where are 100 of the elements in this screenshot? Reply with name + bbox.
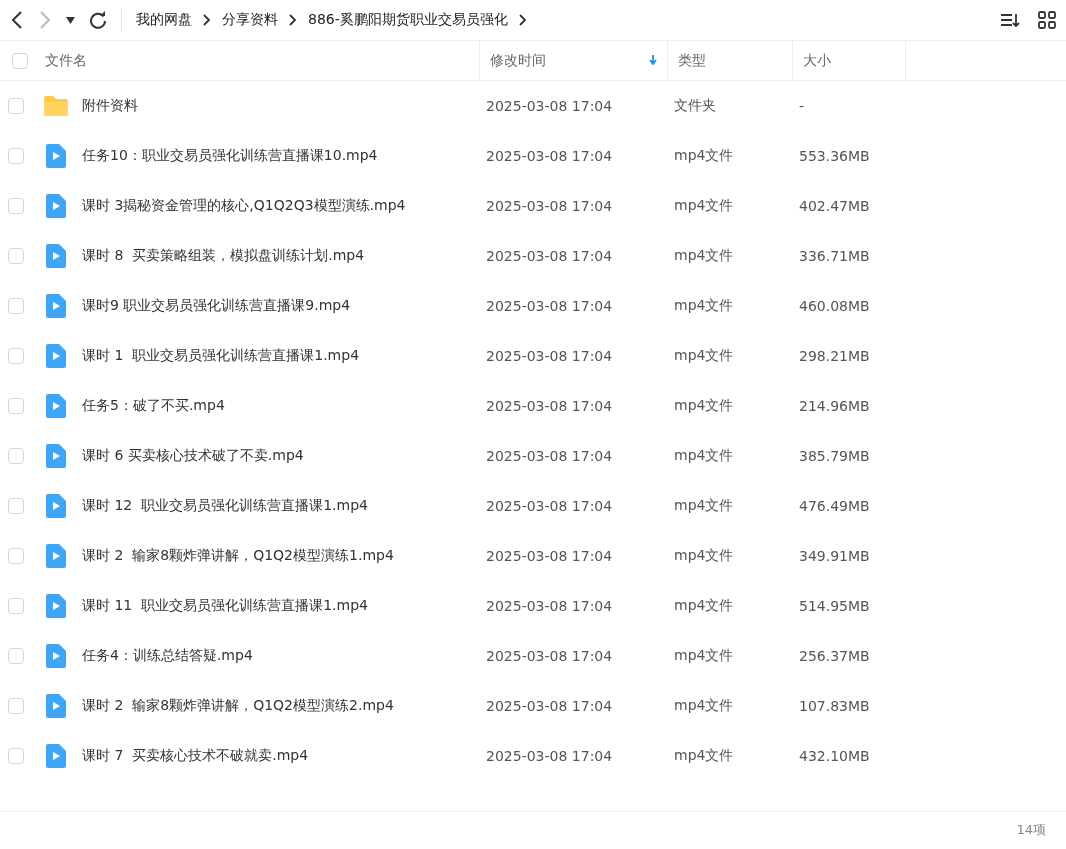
video-file-icon — [46, 694, 66, 718]
checkbox[interactable] — [8, 298, 24, 314]
file-size: - — [799, 98, 806, 114]
file-name[interactable]: 课时 6 买卖核心技术破了不卖.mp4 — [82, 447, 486, 465]
checkbox[interactable] — [8, 598, 24, 614]
video-file-icon — [46, 394, 66, 418]
checkbox[interactable] — [12, 52, 28, 69]
modified-time: 2025-03-08 17:04 — [486, 348, 614, 364]
column-header[interactable]: 类型 — [668, 41, 793, 80]
video-file-icon — [46, 544, 66, 568]
checkbox[interactable] — [8, 548, 24, 564]
file-size: 298.21MB — [799, 348, 871, 364]
chevron-right-icon — [202, 13, 212, 27]
chevron-right-icon — [517, 13, 528, 27]
file-name[interactable]: 课时 7 买卖核心技术不破就卖.mp4 — [82, 747, 486, 765]
checkbox[interactable] — [8, 98, 24, 114]
checkbox[interactable] — [8, 198, 24, 214]
checkbox[interactable] — [8, 498, 24, 514]
file-type: mp4文件 — [674, 347, 735, 365]
modified-time: 2025-03-08 17:04 — [486, 398, 614, 414]
file-type: mp4文件 — [674, 447, 735, 465]
file-name[interactable]: 课时 12 职业交易员强化训练营直播课1.mp4 — [82, 497, 486, 515]
chevron-right-icon — [288, 13, 298, 27]
file-name[interactable]: 课时 2 输家8颗炸弹讲解，Q1Q2模型演练1.mp4 — [82, 547, 486, 565]
modified-time: 2025-03-08 17:04 — [486, 198, 614, 214]
video-file-icon — [46, 144, 66, 168]
modified-time: 2025-03-08 17:04 — [486, 448, 614, 464]
file-name[interactable]: 课时 3揭秘资金管理的核心,Q1Q2Q3模型演练.mp4 — [82, 197, 486, 215]
file-type: 文件夹 — [674, 97, 717, 115]
file-type: mp4文件 — [674, 397, 735, 415]
file-name[interactable]: 任务4：训练总结答疑.mp4 — [82, 647, 486, 665]
file-type: mp4文件 — [674, 197, 735, 215]
video-file-icon — [46, 594, 66, 618]
checkbox[interactable] — [8, 248, 24, 264]
file-type: mp4文件 — [674, 547, 735, 565]
grid-view-icon[interactable] — [1038, 11, 1056, 29]
modified-time: 2025-03-08 17:04 — [486, 598, 614, 614]
modified-time: 2025-03-08 17:04 — [486, 698, 614, 714]
file-size: 460.08MB — [799, 298, 871, 314]
item-count: 14项 — [1016, 821, 1046, 839]
checkbox[interactable] — [8, 748, 24, 764]
modified-time: 2025-03-08 17:04 — [486, 98, 614, 114]
file-type: mp4文件 — [674, 147, 735, 165]
modified-time: 2025-03-08 17:04 — [486, 648, 614, 664]
file-size: 553.36MB — [799, 148, 871, 164]
column-header[interactable]: 文件名 — [45, 41, 480, 80]
file-size: 256.37MB — [799, 648, 871, 664]
checkbox[interactable] — [8, 698, 24, 714]
file-type: mp4文件 — [674, 747, 735, 765]
file-size: 349.91MB — [799, 548, 871, 564]
modified-time: 2025-03-08 17:04 — [486, 748, 614, 764]
modified-time: 2025-03-08 17:04 — [486, 148, 614, 164]
file-size: 402.47MB — [799, 198, 871, 214]
checkbox[interactable] — [8, 148, 24, 164]
file-type: mp4文件 — [674, 597, 735, 615]
video-file-icon — [46, 194, 66, 218]
modified-time: 2025-03-08 17:04 — [486, 298, 614, 314]
file-type: mp4文件 — [674, 497, 735, 515]
dropdown-caret-icon[interactable] — [66, 16, 75, 24]
file-type: mp4文件 — [674, 297, 735, 315]
file-name[interactable]: 课时 11 职业交易员强化训练营直播课1.mp4 — [82, 597, 486, 615]
modified-time: 2025-03-08 17:04 — [486, 248, 614, 264]
file-size: 336.71MB — [799, 248, 871, 264]
modified-time: 2025-03-08 17:04 — [486, 498, 614, 514]
file-name[interactable]: 课时 2 输家8颗炸弹讲解，Q1Q2模型演练2.mp4 — [82, 697, 486, 715]
checkbox[interactable] — [8, 398, 24, 414]
video-file-icon — [46, 744, 66, 768]
checkbox[interactable] — [8, 448, 24, 464]
file-name[interactable]: 课时 8 买卖策略组装，模拟盘训练计划.mp4 — [82, 247, 486, 265]
column-header[interactable]: 修改时间 — [480, 41, 668, 80]
breadcrumb-link[interactable]: 分享资料 — [222, 11, 278, 29]
file-name[interactable]: 课时 1 职业交易员强化训练营直播课1.mp4 — [82, 347, 486, 365]
file-size: 107.83MB — [799, 698, 871, 714]
column-header[interactable]: 大小 — [793, 41, 906, 80]
file-type: mp4文件 — [674, 697, 735, 715]
video-file-icon — [46, 644, 66, 668]
breadcrumb-link[interactable]: 886-奚鹏阳期货职业交易员强化 — [308, 11, 508, 29]
modified-time: 2025-03-08 17:04 — [486, 548, 614, 564]
file-type: mp4文件 — [674, 647, 735, 665]
file-size: 514.95MB — [799, 598, 871, 614]
file-name[interactable]: 任务5：破了不买.mp4 — [82, 397, 486, 415]
video-file-icon — [46, 444, 66, 468]
checkbox[interactable] — [8, 348, 24, 364]
breadcrumb-link[interactable]: 我的网盘 — [136, 11, 192, 29]
file-name[interactable]: 附件资料 — [82, 97, 486, 115]
refresh-icon[interactable] — [89, 11, 107, 29]
file-type: mp4文件 — [674, 247, 735, 265]
video-file-icon — [46, 494, 66, 518]
sort-down-arrow-icon — [649, 55, 657, 66]
file-size: 214.96MB — [799, 398, 871, 414]
folder-icon — [43, 95, 69, 117]
file-name[interactable]: 任务10：职业交易员强化训练营直播课10.mp4 — [82, 147, 486, 165]
file-size: 432.10MB — [799, 748, 871, 764]
video-file-icon — [46, 294, 66, 318]
video-file-icon — [46, 244, 66, 268]
checkbox[interactable] — [8, 648, 24, 664]
file-name[interactable]: 课时9 职业交易员强化训练营直播课9.mp4 — [82, 297, 486, 315]
file-size: 476.49MB — [799, 498, 871, 514]
file-size: 385.79MB — [799, 448, 871, 464]
sort-list-icon[interactable] — [1000, 12, 1020, 28]
